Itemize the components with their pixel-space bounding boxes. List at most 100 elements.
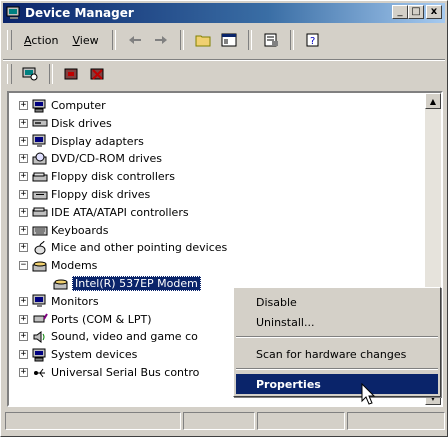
update-driver-icon [64,68,78,80]
menu-action-label: ction [31,33,59,47]
modem-icon [53,277,69,291]
close-button[interactable]: x [426,5,442,19]
tree-item-label: Monitors [51,294,99,308]
menu-action[interactable]: Action [17,34,65,47]
tree-item[interactable]: + Universal Serial Bus contro [19,364,199,381]
toolbar-grip[interactable] [7,30,12,50]
tree-item-label: Mice and other pointing devices [51,241,228,255]
modem-icon [32,259,48,273]
help-button[interactable]: ? [304,32,322,48]
toolbar-separator [179,30,184,50]
svg-text:?: ? [310,36,315,47]
expand-icon[interactable]: + [19,314,28,324]
computer-icon [32,99,48,113]
menu-item-label: Properties [256,377,321,391]
status-cell [257,412,345,430]
expand-icon[interactable]: + [19,368,28,377]
tree-item[interactable]: + Floppy disk drives [19,186,150,203]
menu-view[interactable]: View [65,34,105,47]
controller-icon [32,205,48,219]
tree-item[interactable]: + Disk drives [19,115,112,132]
keyboard-icon [32,223,48,237]
status-bar [5,412,445,432]
menu-item-label: Disable [256,295,297,309]
cdrom-icon [32,152,48,166]
tree-item[interactable]: + Sound, video and game co [19,328,198,345]
expand-icon[interactable]: + [19,172,28,182]
tree-item[interactable]: + System devices [19,346,137,363]
monitor-icon [32,134,48,148]
properties-toolbar-button[interactable] [262,32,280,48]
tree-item-label: System devices [51,348,138,362]
usb-icon [32,366,48,380]
forward-arrow-icon [154,36,167,44]
tree-item[interactable]: + Floppy disk controllers [19,168,175,185]
tree-item-label: Disk drives [51,116,112,130]
computer-icon [32,348,48,362]
expand-icon[interactable]: + [19,101,28,110]
tree-item-label: Intel(R) 537EP Modem [72,276,201,291]
expand-icon[interactable]: + [19,332,28,342]
menu-view-label: iew [79,33,99,47]
floppy-drive-icon [32,188,48,202]
device-toolbar [3,59,445,88]
menu-item-scan[interactable]: Scan for hardware changes [236,344,438,364]
tree-item[interactable]: + Monitors [19,293,99,310]
toolbar-separator [289,30,294,50]
forward-button[interactable] [152,32,170,48]
toolbar-grip[interactable] [7,64,12,84]
menu-item-uninstall[interactable]: Uninstall... [236,312,438,332]
tree-item[interactable]: + Keyboards [19,222,108,239]
close-icon: x [430,6,438,17]
expand-icon[interactable]: + [19,154,28,164]
minimize-button[interactable]: _ [392,5,408,19]
disk-drive-icon [32,116,48,130]
menu-item-properties[interactable]: Properties [236,374,438,394]
tree-item[interactable]: Intel(R) 537EP Modem [53,275,201,292]
mouse-cursor-icon [361,383,376,405]
mouse-icon [32,240,48,255]
tree-item[interactable]: + DVD/CD-ROM drives [19,150,162,167]
expand-icon[interactable]: + [19,207,28,217]
tree-item-label: Ports (COM & LPT) [51,312,152,326]
toolbar-separator [49,64,53,84]
title-bar[interactable]: Device Manager _ □ x [3,3,445,23]
tree-item[interactable]: + Mice and other pointing devices [19,239,227,256]
menu-item-disable[interactable]: Disable [236,292,438,312]
properties-icon [264,33,278,47]
tree-item-label: IDE ATA/ATAPI controllers [51,205,189,219]
tree-item-label: Sound, video and game co [51,330,198,344]
show-hide-tree-button[interactable] [220,32,238,48]
tree-item[interactable]: + Display adapters [19,133,144,150]
tree-item-label: Universal Serial Bus contro [51,366,200,379]
update-driver-button[interactable] [63,66,81,82]
monitor-icon [32,294,48,308]
device-manager-icon [6,6,20,19]
up-folder-button[interactable] [194,32,212,48]
window-title: Device Manager [25,6,134,20]
expand-icon[interactable]: + [19,225,28,235]
expand-icon[interactable]: + [19,243,28,253]
tree-item-label: Floppy disk controllers [51,170,175,184]
toolbar-separator [111,30,116,50]
tree-item[interactable]: − Modems [19,257,97,274]
help-icon: ? [306,33,319,47]
scroll-up-button[interactable]: ▲ [425,93,441,109]
maximize-button[interactable]: □ [408,5,424,19]
expand-icon[interactable]: + [19,296,28,306]
tree-item-label: Display adapters [51,134,144,148]
back-button[interactable] [126,32,144,48]
collapse-icon[interactable]: − [19,261,28,271]
scan-hardware-button[interactable] [21,66,39,82]
expand-icon[interactable]: + [19,350,28,360]
tree-item-label: DVD/CD-ROM drives [51,152,162,166]
tree-item[interactable]: + Ports (COM & LPT) [19,311,152,328]
expand-icon[interactable]: + [19,136,28,146]
tree-item[interactable]: + IDE ATA/ATAPI controllers [19,204,189,221]
minimize-icon: _ [397,6,403,17]
tree-item[interactable]: + Computer [19,97,106,114]
expand-icon[interactable]: + [19,118,28,128]
tree-item-label: Computer [51,99,106,112]
uninstall-device-button[interactable] [89,66,107,82]
expand-icon[interactable]: + [19,190,28,199]
